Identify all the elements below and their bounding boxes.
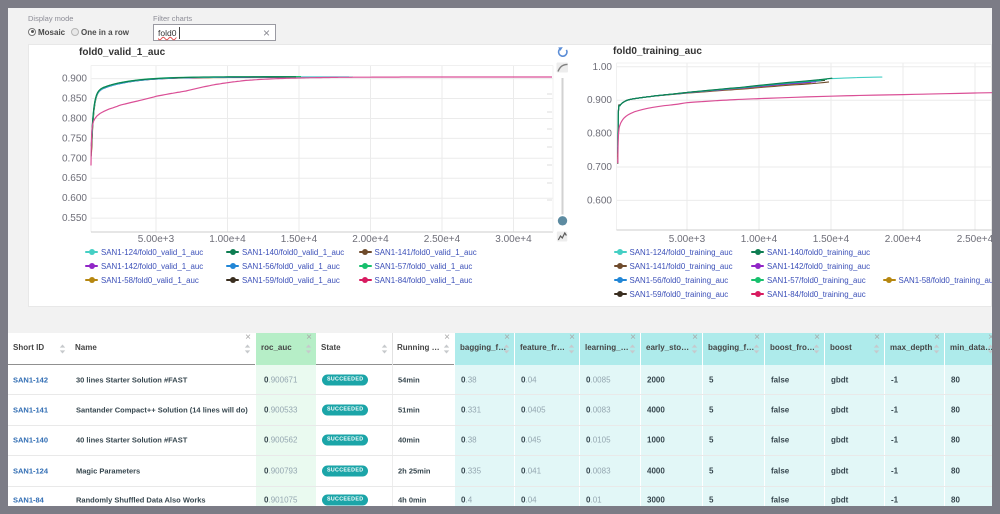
svg-text:0.550: 0.550: [62, 213, 87, 224]
svg-text:2.50e+4: 2.50e+4: [957, 234, 992, 245]
svg-text:3.00e+4: 3.00e+4: [495, 234, 532, 245]
svg-text:1.50e+4: 1.50e+4: [813, 234, 850, 245]
svg-text:0.700: 0.700: [62, 153, 87, 164]
svg-text:0.900: 0.900: [587, 95, 612, 106]
svg-text:2.00e+4: 2.00e+4: [885, 234, 922, 245]
svg-text:0.650: 0.650: [62, 173, 87, 184]
svg-text:0.600: 0.600: [62, 193, 87, 204]
svg-text:0.800: 0.800: [587, 129, 612, 140]
svg-text:0.850: 0.850: [62, 94, 87, 105]
svg-text:1.00: 1.00: [593, 62, 613, 73]
svg-text:5.00e+3: 5.00e+3: [669, 234, 706, 245]
svg-text:0.900: 0.900: [62, 74, 87, 85]
svg-text:1.50e+4: 1.50e+4: [281, 234, 318, 245]
svg-text:1.00e+4: 1.00e+4: [209, 234, 246, 245]
svg-text:0.600: 0.600: [587, 195, 612, 206]
svg-text:0.750: 0.750: [62, 133, 87, 144]
svg-text:5.00e+3: 5.00e+3: [138, 234, 175, 245]
svg-text:2.50e+4: 2.50e+4: [424, 234, 461, 245]
svg-text:1.00e+4: 1.00e+4: [741, 234, 778, 245]
svg-text:2.00e+4: 2.00e+4: [352, 234, 389, 245]
svg-text:0.700: 0.700: [587, 162, 612, 173]
svg-text:0.800: 0.800: [62, 114, 87, 125]
